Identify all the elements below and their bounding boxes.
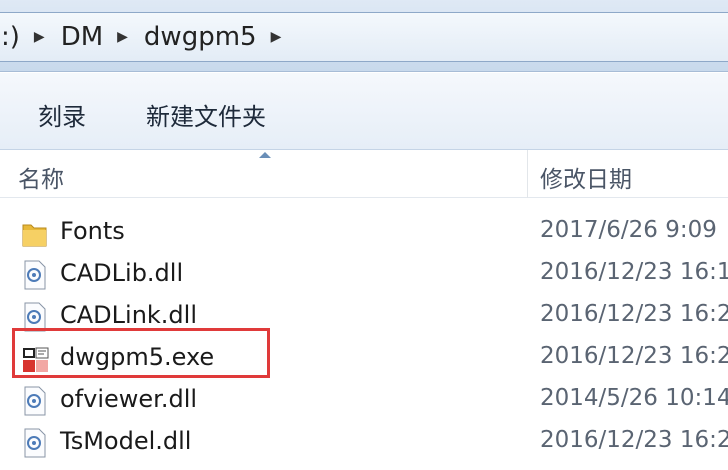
dll-file-icon [22, 386, 48, 416]
file-name: TsModel.dll [60, 427, 192, 455]
file-date: 2016/12/23 16:1 [540, 259, 728, 285]
chevron-right-icon[interactable]: ▶ [26, 29, 55, 45]
breadcrumb-label: dwgpm5 [143, 22, 257, 52]
address-bar: :) ▶ DM ▶ dwgpm5 ▶ [0, 0, 728, 72]
file-date: 2016/12/23 16:2 [540, 427, 728, 453]
breadcrumb-item-dm[interactable]: DM ▶ [55, 22, 138, 52]
file-row[interactable]: Fonts 2017/6/26 9:09 [0, 212, 728, 254]
column-name-header[interactable]: 名称 [18, 160, 64, 194]
file-name: ofviewer.dll [60, 385, 198, 413]
folder-icon [22, 218, 48, 248]
column-modified-header[interactable]: 修改日期 [540, 160, 632, 194]
dll-file-icon [22, 428, 48, 458]
breadcrumb-label: DM [60, 22, 104, 52]
file-row[interactable]: TsModel.dll 2016/12/23 16:2 [0, 422, 728, 464]
file-list: Fonts 2017/6/26 9:09 CADLib.dll 2016/12/… [0, 212, 728, 464]
breadcrumb[interactable]: :) ▶ DM ▶ dwgpm5 ▶ [0, 12, 728, 62]
dll-file-icon [22, 260, 48, 290]
command-toolbar: 刻录 新建文件夹 [0, 72, 728, 150]
column-header: 名称 修改日期 [0, 150, 728, 198]
dll-file-icon [22, 302, 48, 332]
breadcrumb-item-drive[interactable]: :) ▶ [0, 22, 55, 52]
file-row[interactable]: CADLib.dll 2016/12/23 16:1 [0, 254, 728, 296]
exe-app-icon [22, 344, 49, 374]
file-date: 2014/5/26 10:14 [540, 385, 728, 411]
file-date: 2016/12/23 16:2 [540, 301, 728, 327]
file-name: dwgpm5.exe [60, 343, 215, 371]
file-row[interactable]: ofviewer.dll 2014/5/26 10:14 [0, 380, 728, 422]
column-divider[interactable] [527, 150, 528, 198]
sort-ascending-icon [259, 152, 271, 158]
breadcrumb-item-dwgpm5[interactable]: dwgpm5 ▶ [138, 22, 291, 52]
file-name: CADLink.dll [60, 301, 198, 329]
file-row[interactable]: CADLink.dll 2016/12/23 16:2 [0, 296, 728, 338]
burn-button[interactable]: 刻录 [38, 97, 86, 132]
file-name: CADLib.dll [60, 259, 184, 287]
chevron-right-icon[interactable]: ▶ [263, 29, 292, 45]
file-name: Fonts [60, 217, 125, 245]
file-date: 2017/6/26 9:09 [540, 217, 717, 243]
chevron-right-icon[interactable]: ▶ [109, 29, 138, 45]
breadcrumb-label: :) [1, 22, 20, 52]
file-row[interactable]: dwgpm5.exe 2016/12/23 16:2 [0, 338, 728, 380]
file-date: 2016/12/23 16:2 [540, 343, 728, 369]
new-folder-button[interactable]: 新建文件夹 [146, 97, 266, 132]
